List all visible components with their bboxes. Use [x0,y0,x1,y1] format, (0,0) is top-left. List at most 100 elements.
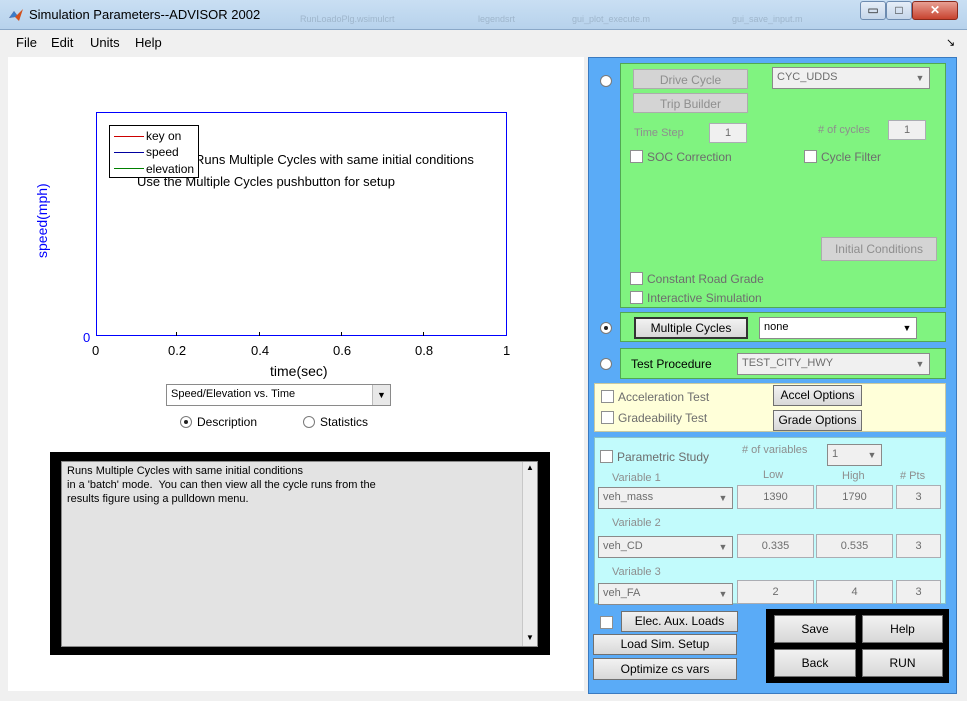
multiple-cycles-select-value: none [764,321,789,333]
dropdown-arrow-icon: ▼ [898,318,916,338]
time-step-field[interactable]: 1 [709,123,747,143]
menu-units[interactable]: Units [90,35,120,50]
parametric-study-checkbox[interactable] [600,450,613,463]
dock-arrow-icon[interactable]: ↘ [946,36,955,49]
maximize-button[interactable]: □ [886,1,912,20]
variable-3-high[interactable]: 4 [816,580,893,604]
variable-2-pts[interactable]: 3 [896,534,941,558]
x-tick-label: 1 [503,343,511,358]
legend-label: key on [146,129,182,143]
menu-edit[interactable]: Edit [51,35,73,50]
y-axis-label: speed(mph) [34,183,50,258]
parametric-study-label: Parametric Study [617,450,710,464]
elec-aux-loads-checkbox[interactable] [600,616,613,629]
cycle-filter-checkbox[interactable] [804,150,817,163]
ghost-tab: legendsrt [478,14,516,24]
variable-3-label: Variable 3 [612,566,661,578]
variable-3-pts[interactable]: 3 [896,580,941,604]
low-column-header: Low [763,469,784,481]
y-tick-label: 0 [83,330,91,345]
drive-cycle-button[interactable]: Drive Cycle [633,69,748,89]
menu-help[interactable]: Help [135,35,162,50]
save-button[interactable]: Save [774,615,856,643]
variable-1-low[interactable]: 1390 [737,485,814,509]
dropdown-arrow-icon: ▼ [714,584,732,604]
num-variables-select[interactable]: 1 ▼ [827,444,882,466]
x-tick-mark [259,332,260,336]
title-bar: Simulation Parameters--ADVISOR 2002 RunL… [0,0,967,30]
variable-2-low[interactable]: 0.335 [737,534,814,558]
multiple-cycles-radio[interactable] [600,322,612,334]
plot-view-select[interactable]: Speed/Elevation vs. Time ▼ [166,384,391,406]
x-tick-label: 0 [92,343,100,358]
window-title: Simulation Parameters--ADVISOR 2002 [29,7,261,22]
variable-3-select[interactable]: veh_FA ▼ [598,583,733,605]
soc-correction-label: SOC Correction [647,150,732,164]
matlab-logo-icon [9,9,23,21]
interactive-simulation-checkbox[interactable] [630,291,643,304]
initial-conditions-button[interactable]: Initial Conditions [821,237,937,261]
variable-2-label: Variable 2 [612,517,661,529]
multiple-cycles-button[interactable]: Multiple Cycles [634,317,748,339]
legend-line-key-on [114,136,144,137]
variable-1-label: Variable 1 [612,472,661,484]
variable-2-select[interactable]: veh_CD ▼ [598,536,733,558]
legend-line-elevation [114,168,144,169]
variable-1-high[interactable]: 1790 [816,485,893,509]
drive-cycle-radio[interactable] [600,75,612,87]
gradeability-test-checkbox[interactable] [601,411,614,424]
time-step-label: Time Step [634,127,684,139]
x-tick-label: 0.2 [168,343,187,358]
description-radio-label: Description [197,415,258,429]
plot-legend: key on speed elevation [109,125,199,178]
back-button[interactable]: Back [774,649,856,677]
variable-1-pts[interactable]: 3 [896,485,941,509]
x-tick-label: 0.6 [333,343,352,358]
x-axis-label: time(sec) [270,363,328,379]
dropdown-arrow-icon: ▼ [372,385,390,405]
pts-column-header: # Pts [900,470,926,482]
description-radio[interactable] [180,416,192,428]
variable-3-low[interactable]: 2 [737,580,814,604]
gradeability-test-label: Gradeability Test [618,411,708,425]
constant-road-grade-checkbox[interactable] [630,272,643,285]
run-button[interactable]: RUN [862,649,943,677]
dropdown-arrow-icon: ▼ [863,445,881,465]
statistics-radio[interactable] [303,416,315,428]
test-procedure-select[interactable]: TEST_CITY_HWY ▼ [737,353,930,375]
optimize-cs-vars-button[interactable]: Optimize cs vars [593,658,737,680]
plot-view-value: Speed/Elevation vs. Time [171,388,296,400]
soc-correction-checkbox[interactable] [630,150,643,163]
accel-options-button[interactable]: Accel Options [773,385,862,406]
description-textbox[interactable]: Runs Multiple Cycles with same initial c… [61,461,538,647]
x-tick-mark [341,332,342,336]
close-button[interactable]: ✕ [912,1,958,20]
description-scrollbar[interactable]: ▲ ▼ [522,462,537,646]
acceleration-test-checkbox[interactable] [601,390,614,403]
variable-2-high[interactable]: 0.535 [816,534,893,558]
menu-bar: File Edit Units Help ↘ [0,31,967,55]
variable-1-value: veh_mass [603,491,654,503]
interactive-simulation-label: Interactive Simulation [647,291,762,305]
scroll-down-icon[interactable]: ▼ [526,633,534,642]
scroll-up-icon[interactable]: ▲ [526,463,534,472]
cycle-filter-label: Cycle Filter [821,150,882,164]
multiple-cycles-select[interactable]: none ▼ [759,317,917,339]
trip-builder-button[interactable]: Trip Builder [633,93,748,113]
grade-options-button[interactable]: Grade Options [773,410,862,431]
test-procedure-radio[interactable] [600,358,612,370]
elec-aux-loads-button[interactable]: Elec. Aux. Loads [621,611,738,632]
test-procedure-select-value: TEST_CITY_HWY [742,357,834,369]
minimize-button[interactable]: ▭ [860,1,886,20]
dropdown-arrow-icon: ▼ [714,537,732,557]
num-cycles-field[interactable]: 1 [888,120,926,140]
num-variables-value: 1 [832,448,839,460]
help-button[interactable]: Help [862,615,943,643]
variable-1-select[interactable]: veh_mass ▼ [598,487,733,509]
menu-file[interactable]: File [16,35,37,50]
cycle-select[interactable]: CYC_UDDS ▼ [772,67,930,89]
legend-label: speed [146,145,179,159]
load-sim-setup-button[interactable]: Load Sim. Setup [593,634,737,655]
test-procedure-label: Test Procedure [631,357,712,371]
dropdown-arrow-icon: ▼ [911,68,929,88]
